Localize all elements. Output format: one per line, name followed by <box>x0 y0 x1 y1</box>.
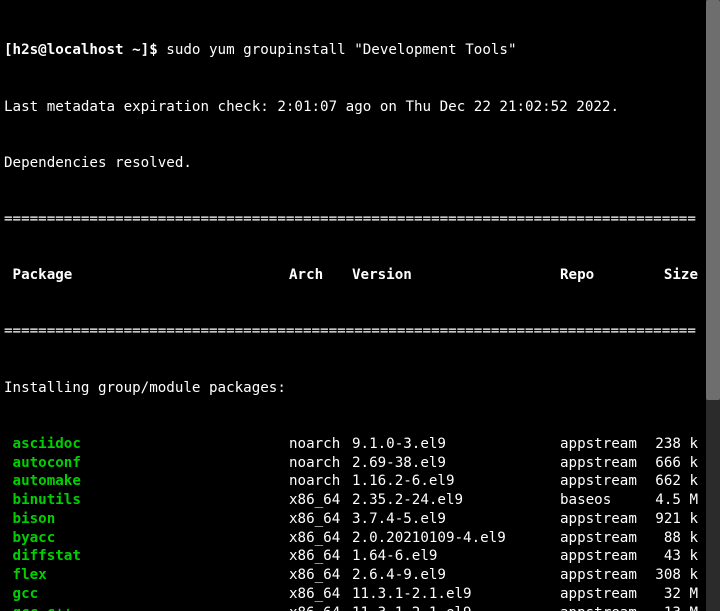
pkg-name: binutils <box>4 491 289 510</box>
pkg-version: 2.69-38.el9 <box>352 454 560 473</box>
header-package: Package <box>4 266 289 285</box>
pkg-name: diffstat <box>4 547 289 566</box>
pkg-version: 3.7.4-5.el9 <box>352 510 560 529</box>
pkg-version: 1.16.2-6.el9 <box>352 472 560 491</box>
pkg-repo: appstream <box>560 585 647 604</box>
scrollbar-track[interactable] <box>706 0 720 611</box>
pkg-arch: noarch <box>289 472 352 491</box>
pkg-name: automake <box>4 472 289 491</box>
pkg-name: bison <box>4 510 289 529</box>
pkg-arch: x86_64 <box>289 585 352 604</box>
pkg-arch: x86_64 <box>289 566 352 585</box>
header-version: Version <box>352 266 560 285</box>
pkg-repo: appstream <box>560 566 647 585</box>
table-row: flexx86_642.6.4-9.el9appstream308 k <box>4 566 716 585</box>
pkg-size: 43 k <box>647 547 698 566</box>
pkg-arch: noarch <box>289 454 352 473</box>
pkg-size: 921 k <box>647 510 698 529</box>
pkg-arch: x86_64 <box>289 529 352 548</box>
header-arch: Arch <box>289 266 352 285</box>
pkg-repo: appstream <box>560 529 647 548</box>
pkg-repo: appstream <box>560 510 647 529</box>
pkg-version: 2.0.20210109-4.el9 <box>352 529 560 548</box>
scrollbar-thumb[interactable] <box>706 0 720 400</box>
prompt-line: [h2s@localhost ~]$ sudo yum groupinstall… <box>4 41 716 60</box>
pkg-name: gcc <box>4 585 289 604</box>
pkg-repo: baseos <box>560 491 647 510</box>
pkg-repo: appstream <box>560 547 647 566</box>
pkg-size: 308 k <box>647 566 698 585</box>
table-row: binutilsx86_642.35.2-24.el9baseos4.5 M <box>4 491 716 510</box>
pkg-arch: x86_64 <box>289 510 352 529</box>
table-row: automakenoarch1.16.2-6.el9appstream662 k <box>4 472 716 491</box>
header-row: PackageArchVersionRepoSize <box>4 266 716 285</box>
table-row: diffstatx86_641.64-6.el9appstream43 k <box>4 547 716 566</box>
rule-1: ========================================… <box>4 210 716 229</box>
pkg-version: 1.64-6.el9 <box>352 547 560 566</box>
pkg-size: 662 k <box>647 472 698 491</box>
table-row: autoconfnoarch2.69-38.el9appstream666 k <box>4 454 716 473</box>
table-row: gccx86_6411.3.1-2.1.el9appstream32 M <box>4 585 716 604</box>
pkg-size: 88 k <box>647 529 698 548</box>
pkg-arch: noarch <box>289 435 352 454</box>
shell-prompt: [h2s@localhost ~]$ <box>4 42 166 58</box>
pkg-version: 9.1.0-3.el9 <box>352 435 560 454</box>
pkg-size: 32 M <box>647 585 698 604</box>
pkg-name: asciidoc <box>4 435 289 454</box>
pkg-name: autoconf <box>4 454 289 473</box>
header-size: Size <box>647 266 698 285</box>
pkg-size: 666 k <box>647 454 698 473</box>
package-list: asciidocnoarch9.1.0-3.el9appstream238 k … <box>4 435 716 611</box>
pkg-repo: appstream <box>560 472 647 491</box>
command-text: sudo yum groupinstall "Development Tools… <box>166 42 516 58</box>
pkg-name: byacc <box>4 529 289 548</box>
pkg-repo: appstream <box>560 454 647 473</box>
pkg-version: 2.35.2-24.el9 <box>352 491 560 510</box>
table-row: asciidocnoarch9.1.0-3.el9appstream238 k <box>4 435 716 454</box>
pkg-size: 4.5 M <box>647 491 698 510</box>
pkg-size: 13 M <box>647 604 698 611</box>
pkg-name: flex <box>4 566 289 585</box>
pkg-repo: appstream <box>560 435 647 454</box>
pkg-version: 2.6.4-9.el9 <box>352 566 560 585</box>
pkg-arch: x86_64 <box>289 604 352 611</box>
pkg-name: gcc-c++ <box>4 604 289 611</box>
pkg-repo: appstream <box>560 604 647 611</box>
pkg-version: 11.3.1-2.1.el9 <box>352 604 560 611</box>
table-row: byaccx86_642.0.20210109-4.el9appstream88… <box>4 529 716 548</box>
pkg-size: 238 k <box>647 435 698 454</box>
section-title: Installing group/module packages: <box>4 379 716 398</box>
table-row: gcc-c++x86_6411.3.1-2.1.el9appstream13 M <box>4 604 716 611</box>
header-repo: Repo <box>560 266 647 285</box>
meta-line-1: Last metadata expiration check: 2:01:07 … <box>4 98 716 117</box>
terminal-screen: [h2s@localhost ~]$ sudo yum groupinstall… <box>0 0 720 611</box>
table-row: bisonx86_643.7.4-5.el9appstream921 k <box>4 510 716 529</box>
rule-2: ========================================… <box>4 322 716 341</box>
pkg-arch: x86_64 <box>289 547 352 566</box>
pkg-arch: x86_64 <box>289 491 352 510</box>
pkg-version: 11.3.1-2.1.el9 <box>352 585 560 604</box>
meta-line-2: Dependencies resolved. <box>4 154 716 173</box>
